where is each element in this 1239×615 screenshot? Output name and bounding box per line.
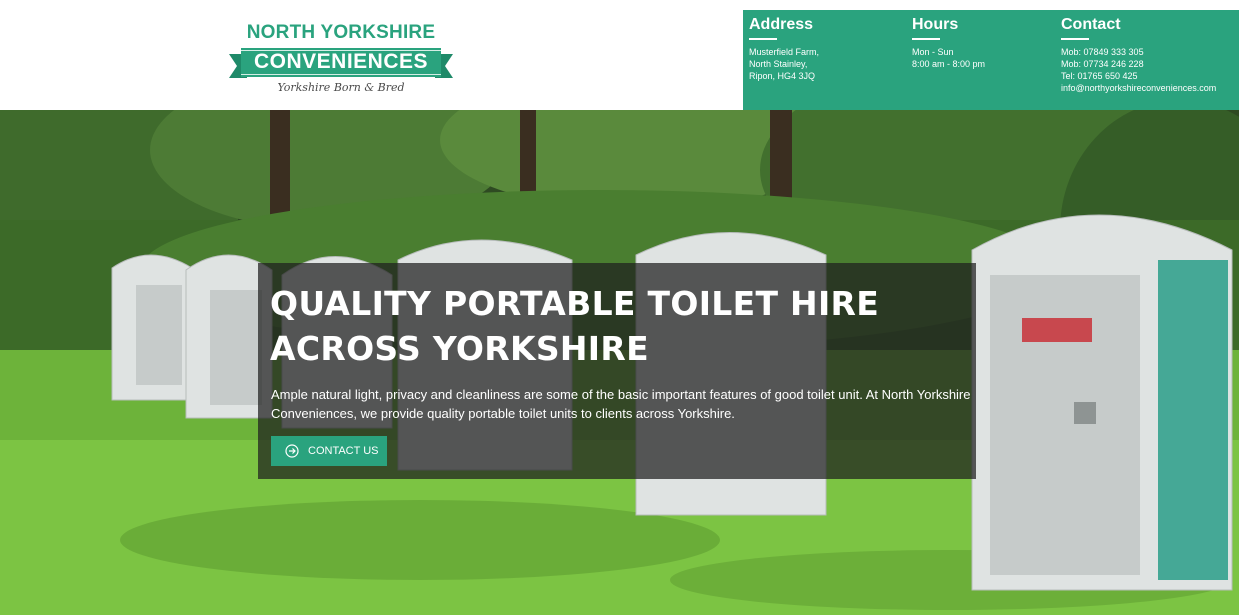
mobile-number-1[interactable]: Mob: 07849 333 305 — [1061, 46, 1216, 58]
hours-divider — [912, 38, 940, 40]
hours-times: 8:00 am - 8:00 pm — [912, 59, 986, 69]
telephone-number[interactable]: Tel: 01765 650 425 — [1061, 70, 1216, 82]
logo-line2: CONVENIENCES — [253, 50, 429, 73]
address-heading: Address — [749, 16, 814, 33]
address-block: Address Musterfield Farm, North Stainley… — [749, 16, 819, 82]
hero-banner: QUALITY PORTABLE TOILET HIRE ACROSS YORK… — [0, 110, 1239, 615]
address-line: North Stainley, — [749, 59, 808, 69]
contact-heading: Contact — [1061, 16, 1121, 33]
hours-block: Hours Mon - Sun 8:00 am - 8:00 pm — [912, 16, 985, 70]
hero-text-panel: QUALITY PORTABLE TOILET HIRE ACROSS YORK… — [258, 263, 976, 479]
address-line: Ripon, HG4 3JQ — [749, 71, 816, 81]
arrow-circle-right-icon — [285, 444, 299, 458]
address-divider — [749, 38, 777, 40]
contact-us-button[interactable]: CONTACT US — [271, 436, 387, 466]
hours-days: Mon - Sun — [912, 47, 954, 57]
contact-us-label: CONTACT US — [308, 445, 379, 457]
hero-title-line1: QUALITY PORTABLE TOILET HIRE — [270, 284, 880, 323]
contact-info-panel: Address Musterfield Farm, North Stainley… — [743, 10, 1239, 110]
logo-line1: NORTH YORKSHIRE — [246, 22, 436, 43]
address-line: Musterfield Farm, — [749, 47, 820, 57]
contact-block: Contact Mob: 07849 333 305 Mob: 07734 24… — [1061, 16, 1216, 94]
mobile-number-2[interactable]: Mob: 07734 246 228 — [1061, 58, 1216, 70]
email-link[interactable]: info@northyorkshireconveniences.com — [1061, 82, 1216, 94]
hero-title: QUALITY PORTABLE TOILET HIRE ACROSS YORK… — [270, 281, 970, 371]
contact-divider — [1061, 38, 1089, 40]
site-logo[interactable]: NORTH YORKSHIRE CONVENIENCES Yorkshire B… — [229, 20, 453, 100]
hours-heading: Hours — [912, 16, 959, 33]
logo-tagline: Yorkshire Born & Bred — [277, 81, 405, 94]
site-header: NORTH YORKSHIRE CONVENIENCES Yorkshire B… — [0, 0, 1239, 110]
hero-description: Ample natural light, privacy and cleanli… — [271, 387, 971, 421]
hero-title-line2: ACROSS YORKSHIRE — [270, 329, 649, 368]
